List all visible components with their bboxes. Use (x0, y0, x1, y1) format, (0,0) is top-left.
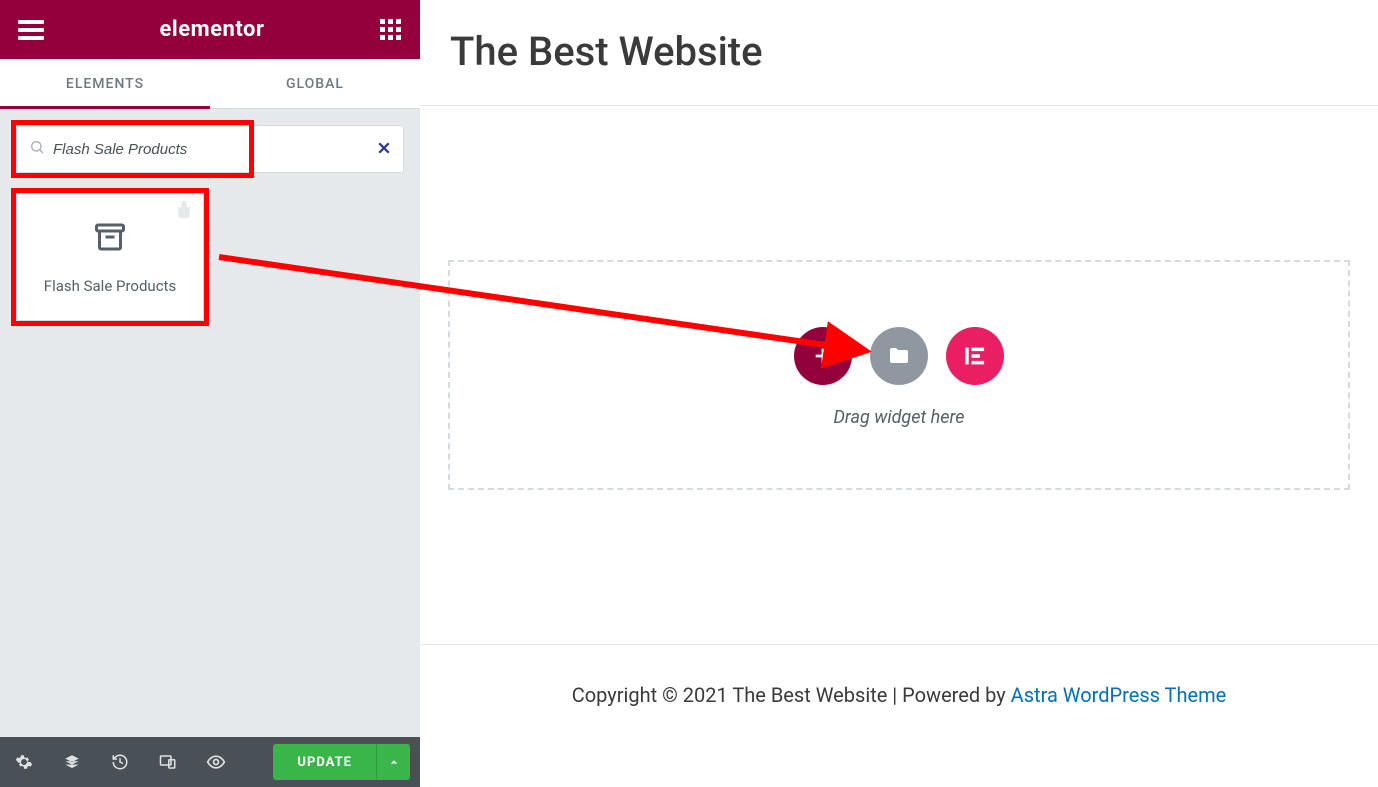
canvas: The Best Website Drag widget here Copyri… (420, 0, 1378, 787)
update-wrap: UPDATE (273, 744, 410, 780)
search-input[interactable] (45, 141, 377, 158)
navigator-button[interactable] (48, 737, 96, 787)
elementskit-button[interactable] (946, 327, 1004, 385)
hamburger-icon[interactable] (18, 20, 44, 40)
canvas-header: The Best Website (420, 0, 1378, 106)
search-wrap (16, 125, 404, 173)
theme-link[interactable]: Astra WordPress Theme (1011, 683, 1227, 707)
update-button[interactable]: UPDATE (273, 744, 376, 780)
basket-icon (173, 200, 195, 226)
settings-button[interactable] (0, 737, 48, 787)
widget-flash-sale-products[interactable]: Flash Sale Products (16, 193, 204, 321)
search-icon (29, 139, 45, 159)
sidebar-header: elementor (0, 0, 420, 59)
brand-logo: elementor (160, 17, 265, 42)
add-template-button[interactable] (870, 327, 928, 385)
search-box (16, 125, 404, 173)
tab-global[interactable]: GLOBAL (210, 59, 420, 108)
add-section-button[interactable] (794, 327, 852, 385)
history-button[interactable] (96, 737, 144, 787)
clear-search-icon[interactable] (377, 140, 391, 159)
dropzone-hint: Drag widget here (833, 407, 964, 428)
canvas-body: Drag widget here (420, 106, 1378, 644)
responsive-button[interactable] (144, 737, 192, 787)
sidebar: elementor ELEMENTS GLOBAL (0, 0, 420, 787)
preview-button[interactable] (192, 737, 240, 787)
tab-elements[interactable]: ELEMENTS (0, 59, 210, 108)
apps-grid-icon[interactable] (380, 19, 402, 41)
copyright-text: Copyright © 2021 The Best Website | Powe… (572, 683, 1011, 707)
update-options-button[interactable] (376, 744, 410, 780)
widget-wrap: Flash Sale Products (16, 193, 404, 321)
widget-label: Flash Sale Products (44, 277, 176, 295)
page-title: The Best Website (450, 28, 1348, 75)
archive-box-icon (92, 219, 128, 259)
panel-body: Flash Sale Products (0, 109, 420, 737)
canvas-footer: Copyright © 2021 The Best Website | Powe… (420, 644, 1378, 787)
sidebar-tabs: ELEMENTS GLOBAL (0, 59, 420, 109)
footer-icons (0, 737, 240, 787)
dropzone[interactable]: Drag widget here (448, 260, 1350, 490)
dropzone-actions (794, 327, 1004, 385)
sidebar-footer: UPDATE (0, 737, 420, 787)
